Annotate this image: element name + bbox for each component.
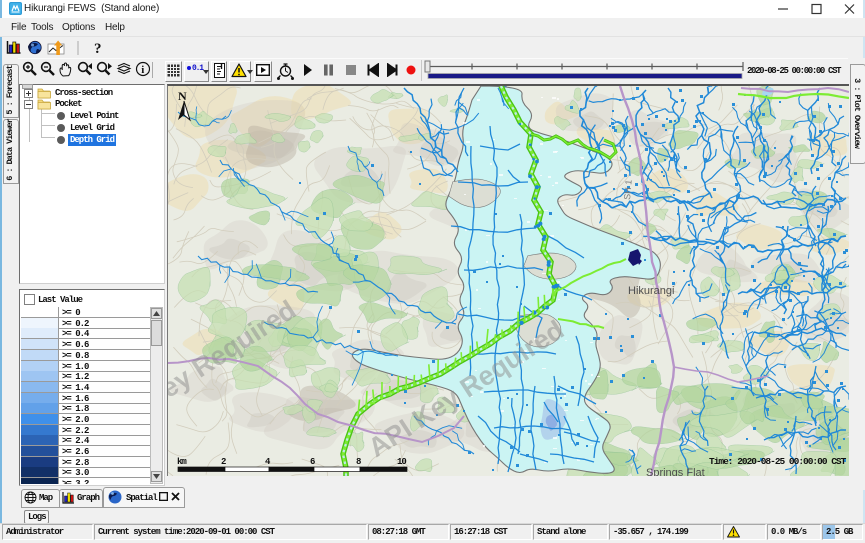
svg-text:SH 1: SH 1 (622, 179, 634, 200)
svg-text:10: 10 (397, 457, 406, 467)
svg-text:i: i (141, 64, 144, 76)
svg-text:8: 8 (356, 457, 361, 467)
svg-text:Springs Flat: Springs Flat (646, 467, 705, 476)
svg-text:N: N (178, 89, 187, 103)
svg-text:Hikurangi: Hikurangi (628, 285, 674, 297)
svg-text:6: 6 (310, 457, 315, 467)
svg-text:?: ? (94, 41, 102, 56)
svg-text:Time: 2020-08-25 00:00:00 CST: Time: 2020-08-25 00:00:00 CST (709, 456, 847, 467)
svg-text:2: 2 (221, 457, 226, 467)
